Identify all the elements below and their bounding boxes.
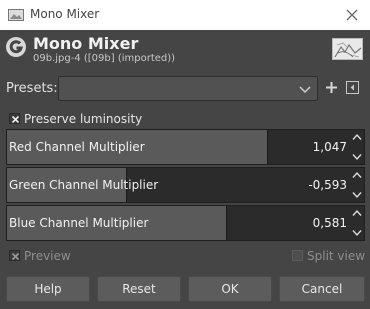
green-channel-label: Green Channel Multiplier	[9, 178, 159, 192]
chevron-down-icon[interactable]	[352, 153, 362, 161]
red-channel-value[interactable]: 1,047	[313, 140, 347, 154]
blue-channel-value[interactable]: 0,581	[313, 216, 347, 230]
green-channel-spinscale[interactable]: Green Channel Multiplier -0,593	[6, 167, 365, 203]
help-button[interactable]: Help	[6, 276, 90, 302]
ok-button[interactable]: OK	[188, 276, 272, 302]
red-channel-stepper[interactable]	[350, 130, 364, 164]
split-view-checkbox[interactable]: Split view	[292, 247, 368, 265]
image-icon	[8, 9, 24, 21]
preserve-luminosity-label: Preserve luminosity	[24, 112, 143, 126]
chevron-up-icon[interactable]	[352, 171, 362, 179]
preview-checkbox[interactable]: Preview	[9, 247, 109, 265]
red-channel-label: Red Channel Multiplier	[9, 140, 145, 154]
chevron-down-icon[interactable]	[352, 191, 362, 199]
presets-combobox[interactable]	[58, 76, 318, 101]
chevron-down-icon[interactable]	[352, 229, 362, 237]
reset-button[interactable]: Reset	[97, 276, 181, 302]
chevron-up-icon[interactable]	[352, 133, 362, 141]
window-title: Mono Mixer	[30, 7, 100, 21]
preserve-luminosity-check[interactable]	[9, 113, 20, 124]
dialog-title: Mono Mixer	[33, 34, 139, 53]
green-channel-value[interactable]: -0,593	[308, 178, 347, 192]
green-channel-stepper[interactable]	[350, 168, 364, 202]
preserve-luminosity-checkbox[interactable]: Preserve luminosity	[9, 110, 209, 128]
close-icon[interactable]	[342, 5, 362, 25]
gimp-logo-icon	[6, 37, 26, 57]
menu-arrow-icon[interactable]	[346, 81, 359, 94]
window-titlebar: Mono Mixer	[0, 0, 370, 30]
split-view-label: Split view	[307, 249, 366, 263]
plus-icon[interactable]	[325, 81, 338, 94]
blue-channel-stepper[interactable]	[350, 206, 364, 240]
blue-channel-label: Blue Channel Multiplier	[9, 216, 149, 230]
chevron-down-icon	[299, 86, 311, 94]
split-view-check[interactable]	[292, 250, 303, 261]
red-channel-spinscale[interactable]: Red Channel Multiplier 1,047	[6, 129, 365, 165]
preview-check[interactable]	[9, 250, 20, 261]
image-subtitle: 09b.jpg-4 ([09b] (imported))	[33, 53, 176, 64]
image-thumbnail	[332, 38, 363, 60]
chevron-up-icon[interactable]	[352, 209, 362, 217]
dialog-header: Mono Mixer 09b.jpg-4 ([09b] (imported))	[0, 30, 370, 70]
presets-label: Presets:	[6, 81, 58, 96]
cancel-button[interactable]: Cancel	[279, 276, 365, 302]
presets-row: Presets:	[0, 76, 370, 102]
preview-label: Preview	[24, 249, 71, 263]
blue-channel-spinscale[interactable]: Blue Channel Multiplier 0,581	[6, 205, 365, 241]
